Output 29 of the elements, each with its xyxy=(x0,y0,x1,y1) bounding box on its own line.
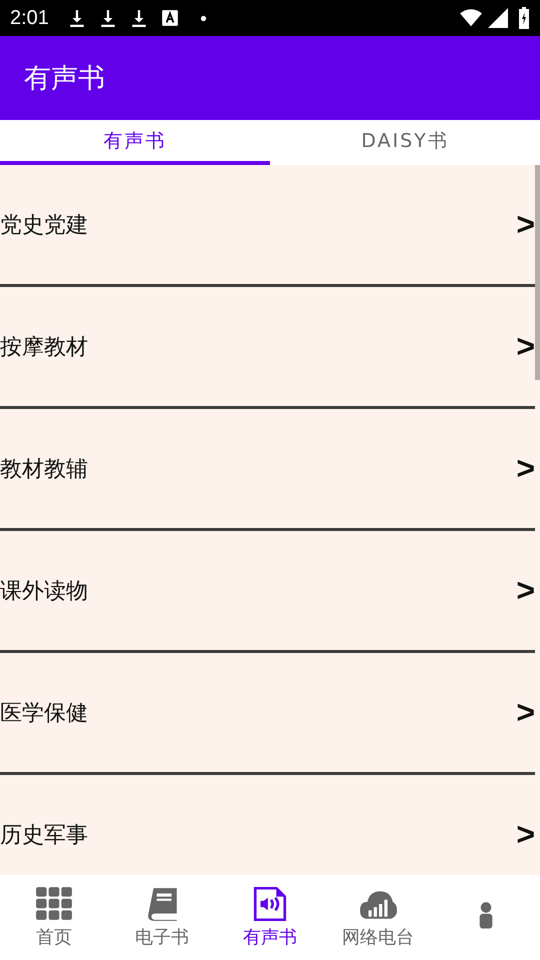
nav-item[interactable]: 有声书 xyxy=(216,875,324,960)
download-icon xyxy=(130,9,148,27)
arrow-text: > xyxy=(516,450,535,487)
nav-item[interactable]: 首页 xyxy=(0,875,108,960)
status-time: 2:01 xyxy=(10,6,49,30)
category-label: 历史军事 xyxy=(0,822,88,850)
audio-file-icon xyxy=(251,886,289,920)
arrow-text: > xyxy=(516,572,535,609)
category-label: 医学保健 xyxy=(0,700,88,728)
arrow-text: > xyxy=(516,206,535,243)
wifi-icon xyxy=(460,8,482,28)
battery-icon xyxy=(518,7,530,29)
category-label: 教材教辅 xyxy=(0,456,88,484)
category-label: 按摩教材 xyxy=(0,334,88,362)
category-label: 党史党建 xyxy=(0,212,88,240)
nav-item[interactable]: 网络电台 xyxy=(324,875,432,960)
nav-item[interactable]: 电子书 xyxy=(108,875,216,960)
tab[interactable]: DAISY书 xyxy=(270,120,540,165)
grid-icon xyxy=(35,886,73,920)
app-title: 有声书 xyxy=(24,62,105,96)
signal-icon xyxy=(487,8,509,28)
arrow-text: > xyxy=(516,694,535,731)
category-label: 课外读物 xyxy=(0,578,88,606)
dot-icon xyxy=(200,14,207,22)
download-icon xyxy=(68,9,86,27)
download-icon xyxy=(98,9,117,27)
arrow-text: > xyxy=(516,816,535,853)
arrow-text: > xyxy=(516,328,535,365)
notification-icon xyxy=(160,9,179,27)
